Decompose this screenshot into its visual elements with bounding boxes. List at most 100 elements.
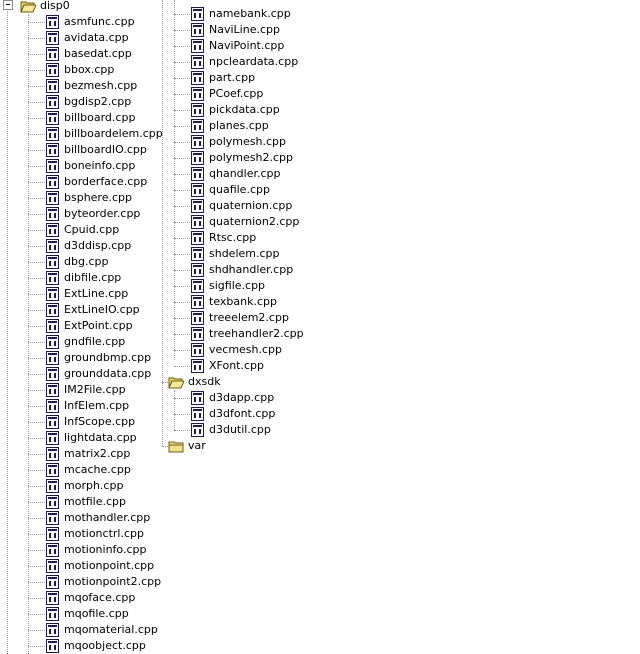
tree-file-item[interactable]: shdhandler.cpp	[191, 262, 294, 278]
tree-file-item[interactable]: billboardIO.cpp	[46, 142, 148, 158]
tree-file-item[interactable]: grounddata.cpp	[46, 366, 152, 382]
tree-file-item[interactable]: InfElem.cpp	[46, 398, 130, 414]
tree-file-item[interactable]: billboard.cpp	[46, 110, 136, 126]
tree-file-item[interactable]: d3dapp.cpp	[191, 390, 275, 406]
tree-file-item[interactable]: shdelem.cpp	[191, 246, 281, 262]
tree-folder-var[interactable]: var	[168, 438, 207, 454]
tree-file-item[interactable]: mqoobject.cpp	[46, 638, 147, 654]
tree-file-item[interactable]: motionpoint2.cpp	[46, 574, 162, 590]
tree-file-item[interactable]: d3dutil.cpp	[191, 422, 272, 438]
tree-file-item[interactable]: mqoface.cpp	[46, 590, 136, 606]
tree-file-item[interactable]: pickdata.cpp	[191, 102, 281, 118]
tree-file-item[interactable]: byteorder.cpp	[46, 206, 141, 222]
tree-file-item[interactable]: quaternion.cpp	[191, 198, 293, 214]
tree-file-item[interactable]: matrix2.cpp	[46, 446, 131, 462]
cpp-file-icon	[46, 287, 59, 301]
collapse-toggle[interactable]	[3, 0, 13, 10]
cpp-file-icon	[191, 87, 204, 101]
tree-file-item[interactable]: mcache.cpp	[46, 462, 132, 478]
tree-file-item[interactable]: bbox.cpp	[46, 62, 115, 78]
tree-file-item[interactable]: boneinfo.cpp	[46, 158, 136, 174]
tree-line	[174, 238, 190, 239]
file-label: bgdisp2.cpp	[64, 95, 132, 108]
tree-folder-dxsdk[interactable]: dxsdk	[168, 374, 222, 390]
tree-file-item[interactable]: polymesh2.cpp	[191, 150, 294, 166]
file-label: part.cpp	[209, 71, 256, 84]
tree-file-item[interactable]: motfile.cpp	[46, 494, 127, 510]
tree-file-item[interactable]: XFont.cpp	[191, 358, 265, 374]
tree-file-item[interactable]: mqofile.cpp	[46, 606, 130, 622]
cpp-file-icon	[191, 391, 204, 405]
tree-file-item[interactable]: quaternion2.cpp	[191, 214, 300, 230]
file-label: PCoef.cpp	[209, 87, 264, 100]
tree-file-item[interactable]: basedat.cpp	[46, 46, 133, 62]
tree-file-item[interactable]: asmfunc.cpp	[46, 14, 136, 30]
tree-file-item[interactable]: npcleardata.cpp	[191, 54, 299, 70]
tree-file-item[interactable]: PCoef.cpp	[191, 86, 264, 102]
tree-line	[7, 8, 8, 654]
cpp-file-icon	[46, 431, 59, 445]
file-label: texbank.cpp	[209, 295, 277, 308]
tree-file-item[interactable]: bsphere.cpp	[46, 190, 133, 206]
cpp-file-icon	[46, 239, 59, 253]
tree-file-item[interactable]: qhandler.cpp	[191, 166, 282, 182]
cpp-file-icon	[46, 463, 59, 477]
tree-file-item[interactable]: motionctrl.cpp	[46, 526, 145, 542]
tree-file-item[interactable]: borderface.cpp	[46, 174, 148, 190]
tree-file-item[interactable]: polymesh.cpp	[191, 134, 287, 150]
tree-file-item[interactable]: treehandler2.cpp	[191, 326, 305, 342]
tree-file-item[interactable]: Rtsc.cpp	[191, 230, 257, 246]
tree-file-item[interactable]: treeelem2.cpp	[191, 310, 290, 326]
cpp-file-icon	[46, 447, 59, 461]
file-label: ExtLine.cpp	[64, 287, 129, 300]
file-label: shdhandler.cpp	[209, 263, 294, 276]
tree-file-item[interactable]: dbg.cpp	[46, 254, 109, 270]
folder-label: dxsdk	[188, 375, 221, 388]
cpp-file-icon	[46, 95, 59, 109]
file-label: groundbmp.cpp	[64, 351, 152, 364]
tree-file-item[interactable]: namebank.cpp	[191, 6, 292, 22]
tree-file-item[interactable]: d3ddisp.cpp	[46, 238, 132, 254]
tree-file-item[interactable]: NaviPoint.cpp	[191, 38, 285, 54]
tree-file-item[interactable]: part.cpp	[191, 70, 256, 86]
tree-file-item[interactable]: ExtPoint.cpp	[46, 318, 134, 334]
tree-file-item[interactable]: vecmesh.cpp	[191, 342, 283, 358]
tree-file-item[interactable]: d3dfont.cpp	[191, 406, 276, 422]
cpp-file-icon	[46, 47, 59, 61]
tree-file-item[interactable]: avidata.cpp	[46, 30, 130, 46]
tree-file-item[interactable]: quafile.cpp	[191, 182, 271, 198]
file-label: boneinfo.cpp	[64, 159, 136, 172]
tree-file-item[interactable]: planes.cpp	[191, 118, 270, 134]
tree-line	[174, 62, 190, 63]
tree-file-item[interactable]: texbank.cpp	[191, 294, 278, 310]
tree-file-item[interactable]: Cpuid.cpp	[46, 222, 120, 238]
cpp-file-icon	[46, 351, 59, 365]
tree-folder-disp0[interactable]: disp0	[20, 0, 71, 14]
tree-file-item[interactable]: InfScope.cpp	[46, 414, 136, 430]
cpp-file-icon	[46, 399, 59, 413]
tree-line	[174, 286, 190, 287]
tree-file-item[interactable]: ExtLine.cpp	[46, 286, 129, 302]
tree-file-item[interactable]: mqomaterial.cpp	[46, 622, 159, 638]
tree-file-item[interactable]: bgdisp2.cpp	[46, 94, 132, 110]
tree-line	[174, 414, 190, 415]
cpp-file-icon	[46, 383, 59, 397]
file-label: dbg.cpp	[64, 255, 109, 268]
tree-file-item[interactable]: dibfile.cpp	[46, 270, 122, 286]
tree-file-item[interactable]: ExtLineIO.cpp	[46, 302, 141, 318]
tree-file-item[interactable]: NaviLine.cpp	[191, 22, 281, 38]
tree-file-item[interactable]: groundbmp.cpp	[46, 350, 152, 366]
tree-file-item[interactable]: motionpoint.cpp	[46, 558, 155, 574]
tree-file-item[interactable]: mothandler.cpp	[46, 510, 151, 526]
tree-file-item[interactable]: motioninfo.cpp	[46, 542, 147, 558]
tree-file-item[interactable]: IM2File.cpp	[46, 382, 127, 398]
tree-file-item[interactable]: gndfile.cpp	[46, 334, 126, 350]
cpp-file-icon	[191, 7, 204, 21]
tree-line	[174, 174, 190, 175]
tree-file-item[interactable]: lightdata.cpp	[46, 430, 138, 446]
cpp-file-icon	[191, 407, 204, 421]
tree-file-item[interactable]: billboardelem.cpp	[46, 126, 164, 142]
tree-file-item[interactable]: bezmesh.cpp	[46, 78, 138, 94]
tree-file-item[interactable]: morph.cpp	[46, 478, 124, 494]
tree-file-item[interactable]: sigfile.cpp	[191, 278, 266, 294]
